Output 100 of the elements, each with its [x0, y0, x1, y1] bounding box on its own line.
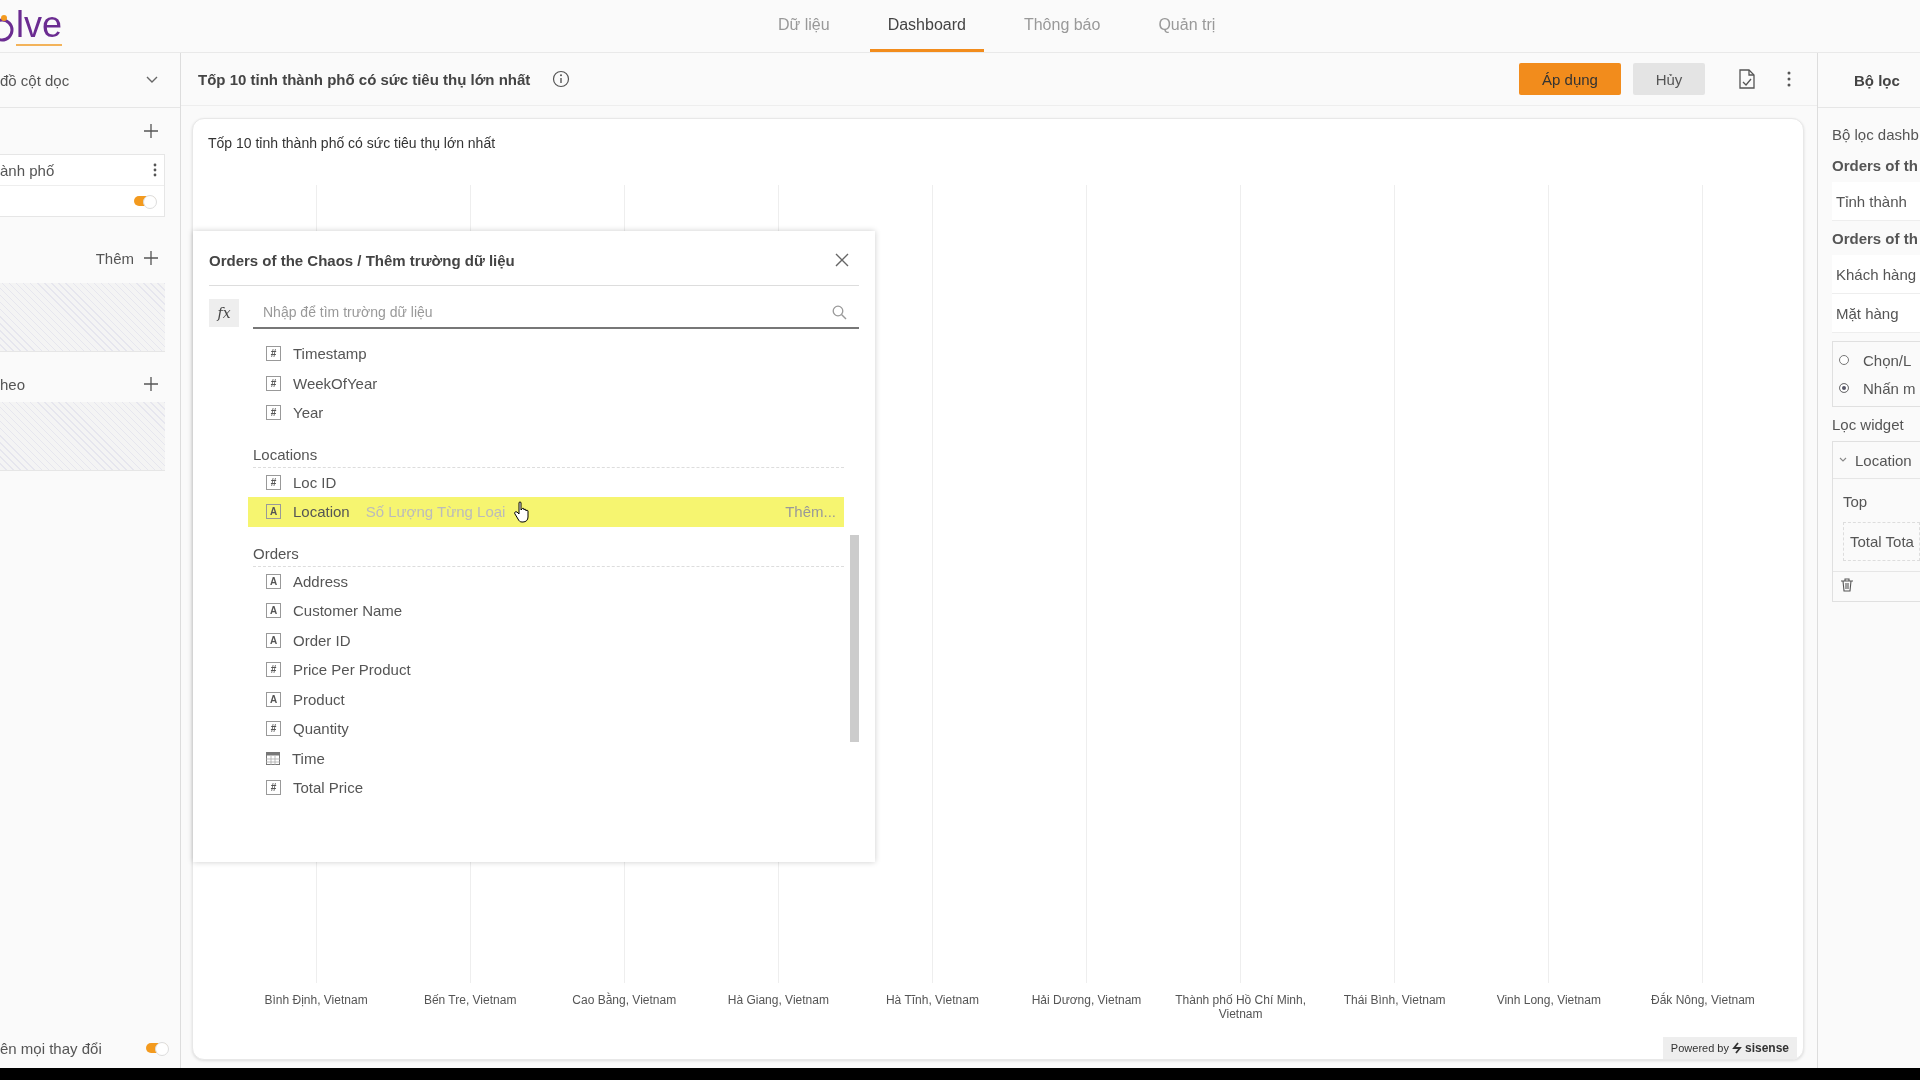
field-name: Location — [293, 503, 350, 521]
radio-button[interactable] — [1839, 355, 1849, 365]
section-label: Bộ lọc dashb — [1832, 124, 1920, 145]
filter-item[interactable]: Mặt hàng — [1832, 294, 1920, 333]
field-name: Total Price — [293, 779, 364, 797]
number-type-icon: # — [266, 375, 281, 391]
filter-field[interactable]: Location — [1855, 451, 1912, 469]
cancel-button[interactable]: Hủy — [1633, 63, 1705, 95]
axis-label: Hà Giang, Vietnam — [727, 993, 829, 1009]
calendar-icon — [266, 751, 280, 765]
panel-title: Bộ lọc — [1854, 71, 1900, 89]
number-type-icon: # — [266, 721, 281, 737]
field-name: Product — [293, 690, 345, 708]
text-type-icon: A — [266, 504, 281, 520]
axis-label: Bình Định, Vietnam — [264, 993, 368, 1009]
text-type-icon: A — [266, 573, 281, 589]
field-item[interactable]: # WeekOfYear — [248, 368, 844, 398]
field-item[interactable]: # Loc ID — [248, 467, 844, 497]
field-name: WeekOfYear — [293, 374, 378, 392]
filter-item[interactable]: Khách hàng — [1832, 255, 1920, 294]
axis-label: Hải Dương, Vietnam — [1031, 993, 1142, 1009]
group-header: Locations — [253, 445, 318, 463]
axis-label: Vinh Long, Vietnam — [1496, 993, 1601, 1009]
field-name: Timestamp — [293, 345, 367, 363]
field-item[interactable]: # Year — [248, 398, 844, 428]
field-item[interactable]: # Timestamp — [248, 339, 844, 369]
more-icon[interactable] — [153, 163, 157, 177]
filter-mode: Top — [1843, 493, 1869, 510]
add-icon[interactable] — [144, 377, 158, 391]
axis-label: Thái Bình, Vietnam — [1343, 993, 1446, 1009]
field-name: Customer Name — [293, 602, 403, 620]
radio-label: Chọn/L — [1863, 351, 1912, 369]
number-type-icon: # — [266, 780, 281, 796]
field-item[interactable]: # Quantity — [248, 714, 844, 744]
number-type-icon: # — [266, 662, 281, 678]
axis-label: Thành phố Hồ Chí Minh, Vietnam — [1174, 993, 1307, 1023]
info-icon[interactable] — [552, 70, 571, 88]
search-icon[interactable] — [832, 305, 847, 320]
chart-title: Tốp 10 tỉnh thành phố có sức tiêu thụ lớn nhất — [208, 135, 496, 151]
field-item[interactable]: A Address — [248, 566, 844, 596]
field-name: Address — [293, 572, 349, 590]
number-type-icon: # — [266, 346, 281, 362]
datasource-heading: Orders of th — [1832, 155, 1919, 176]
nav-tab[interactable]: Dashboard — [869, 0, 984, 52]
formula-button[interactable]: fx — [209, 299, 239, 327]
text-type-icon: A — [266, 603, 281, 619]
scrollbar[interactable] — [850, 535, 859, 742]
chevron-icon[interactable] — [1839, 457, 1847, 463]
field-item[interactable]: A Customer Name — [248, 596, 844, 626]
filter-item[interactable]: Tỉnh thành — [1832, 182, 1920, 221]
search-field[interactable]: Nhập để tìm trường dữ liệu — [253, 297, 859, 329]
axis-label: Bến Tre, Vietnam — [423, 993, 517, 1009]
toggle-switch[interactable] — [134, 196, 156, 206]
trash-icon[interactable] — [1841, 578, 1853, 592]
text-type-icon: A — [266, 691, 281, 707]
field-hint: Số Lượng Từng Loại — [365, 503, 506, 521]
field-item[interactable]: # Price Per Product — [248, 655, 844, 685]
dialog-title: Orders of the Chaos / Thêm trường dữ liệu — [209, 251, 515, 269]
field-item[interactable]: A Order ID — [248, 625, 844, 655]
field-name: Year — [293, 404, 324, 422]
field-name: Quantity — [293, 720, 349, 738]
radio-button[interactable] — [1839, 383, 1849, 393]
axis-label: Cao Bằng, Vietnam — [572, 993, 677, 1009]
add-icon[interactable] — [144, 251, 158, 265]
field-name: Loc ID — [293, 473, 337, 491]
group-header: Orders — [253, 544, 299, 562]
field-item[interactable]: A Product — [248, 684, 844, 714]
axis-label: Đắk Nông, Vietnam — [1650, 993, 1755, 1009]
field-name: Price Per Product — [293, 661, 411, 679]
chart-type-select[interactable]: đồ cột dọc — [0, 71, 70, 89]
toggle-switch[interactable] — [146, 1043, 168, 1053]
add-link[interactable]: Thêm — [95, 249, 134, 267]
brand-icon — [1731, 1042, 1742, 1054]
auto-update-label: ên mọi thay đổi — [0, 1039, 102, 1057]
field-item[interactable]: A Location Số Lượng Từng Loại Thêm... — [248, 497, 844, 527]
text-type-icon: A — [266, 632, 281, 648]
break-by-label: heo — [0, 375, 26, 393]
powered-by-text: Powered by — [1670, 1042, 1729, 1054]
field-name: Order ID — [293, 631, 351, 649]
apply-button[interactable]: Áp dụng — [1519, 63, 1621, 95]
field-item[interactable]: # Total Price — [248, 773, 844, 803]
section-label: Lọc widget — [1832, 414, 1905, 435]
brand-text: sisense — [1744, 1041, 1789, 1055]
close-icon[interactable] — [835, 253, 849, 267]
axis-label: Hà Tĩnh, Vietnam — [885, 993, 979, 1009]
radio-label: Nhấn m — [1863, 379, 1916, 397]
number-type-icon: # — [266, 405, 281, 421]
hand-cursor-icon — [514, 501, 530, 523]
logo-text: lve — [16, 6, 63, 46]
add-icon[interactable] — [144, 124, 158, 138]
document-icon[interactable] — [1739, 69, 1755, 89]
number-type-icon: # — [266, 474, 281, 490]
datasource-heading: Orders of th — [1832, 228, 1919, 249]
category-field[interactable]: ành phố — [0, 161, 55, 179]
measure-field[interactable]: Total Tota — [1843, 522, 1920, 561]
chevron-down-icon[interactable] — [146, 76, 158, 84]
widget-title: Tốp 10 tỉnh thành phố có sức tiêu thụ lớn nhất — [198, 70, 531, 88]
field-item[interactable]: Time — [248, 743, 844, 773]
kebab-menu-icon[interactable] — [1787, 71, 1791, 87]
field-name: Time — [292, 749, 325, 767]
